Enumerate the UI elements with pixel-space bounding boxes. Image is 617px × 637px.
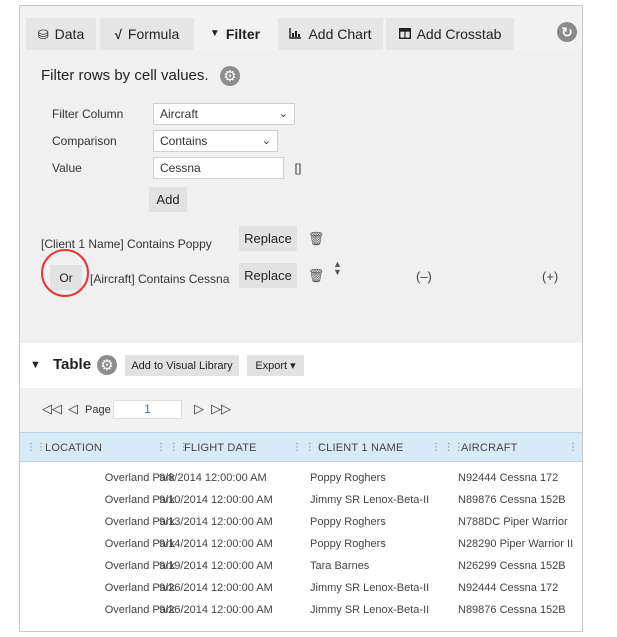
cell-flight-date: 9/13/2014 12:00:00 AM	[159, 516, 273, 528]
tab-label: Formula	[127, 26, 180, 42]
first-page-icon[interactable]: ◁◁	[42, 401, 62, 417]
open-paren-button[interactable]: (–)	[416, 269, 432, 284]
tab-bar: ⛁ Data √ Formula ▼ Filter Add Chart Add …	[20, 6, 582, 50]
value-text: Cessna	[160, 161, 201, 175]
value-label: Value	[52, 161, 82, 175]
app-frame: ⛁ Data √ Formula ▼ Filter Add Chart Add …	[19, 5, 583, 632]
drag-handle-icon[interactable]: ⋮	[568, 442, 578, 453]
cell-client-name: Tara Barnes	[310, 560, 370, 572]
cell-client-name: Jimmy SR Lenox-Beta-II	[310, 582, 430, 594]
drag-handle-icon[interactable]: ⋮ ⋮⋮	[431, 442, 464, 453]
insert-brackets-button[interactable]: []	[286, 157, 310, 179]
cell-flight-date: 9/19/2014 12:00:00 AM	[159, 560, 273, 572]
comparison-select[interactable]: Contains ⌄	[153, 130, 278, 152]
add-button[interactable]: Add	[149, 187, 187, 212]
pager: ◁◁ ◁ Page 1 ▷ ▷▷	[20, 388, 582, 432]
tab-label: Filter	[225, 26, 261, 42]
page-label: Page	[85, 404, 111, 416]
chart-icon	[289, 27, 302, 41]
table-column-header: ⋮⋮ LOCATION ⋮ ⋮⋮ FLIGHT DATE ⋮ ⋮⋮ CLIENT…	[20, 432, 582, 462]
formula-icon: √	[114, 26, 122, 42]
cell-flight-date: 9/26/2014 12:00:00 AM	[159, 604, 273, 616]
prev-page-icon[interactable]: ◁	[68, 401, 78, 417]
table-row[interactable]: Overland Park 9/26/2014 12:00:00 AM Jimm…	[20, 600, 582, 622]
or-toggle-button[interactable]: Or	[50, 265, 82, 290]
filter-panel: Filter rows by cell values. ⚙ Filter Col…	[20, 50, 582, 343]
cell-aircraft: N92444 Cessna 172	[458, 472, 559, 484]
tab-data[interactable]: ⛁ Data	[26, 18, 96, 50]
column-header-aircraft[interactable]: AIRCRAFT	[461, 442, 518, 454]
table-row[interactable]: Overland Park 9/26/2014 12:00:00 AM Jimm…	[20, 578, 582, 600]
comparison-value: Contains	[160, 134, 208, 148]
cell-aircraft: N28290 Piper Warrior II	[458, 538, 574, 550]
gear-icon[interactable]: ⚙	[220, 66, 240, 86]
table-row[interactable]: Overland Park 9/19/2014 12:00:00 AM Tara…	[20, 556, 582, 578]
column-header-client-name[interactable]: CLIENT 1 NAME	[318, 442, 404, 454]
filter-column-label: Filter Column	[52, 107, 124, 121]
reset-icon[interactable]: ↻	[557, 22, 577, 42]
add-to-library-button[interactable]: Add to Visual Library	[125, 355, 239, 376]
trash-icon[interactable]: 🗑	[308, 268, 325, 283]
table-row[interactable]: Overland Park 9/14/2014 12:00:00 AM Popp…	[20, 534, 582, 556]
filter-rule-text: [Client 1 Name] Contains Poppy	[41, 237, 212, 251]
replace-button[interactable]: Replace	[239, 263, 297, 288]
close-paren-button[interactable]: (+)	[542, 269, 558, 284]
cell-aircraft: N89876 Cessna 152B	[458, 494, 566, 506]
cell-flight-date: 9/26/2014 12:00:00 AM	[159, 582, 273, 594]
filter-column-value: Aircraft	[160, 107, 199, 121]
comparison-label: Comparison	[52, 134, 117, 148]
tab-label: Add Chart	[308, 26, 372, 42]
filter-column-select[interactable]: Aircraft ⌄	[153, 103, 295, 125]
cell-flight-date: 9/8/2014 12:00:00 AM	[159, 472, 267, 484]
database-icon: ⛁	[37, 26, 49, 42]
cell-aircraft: N89876 Cessna 152B	[458, 604, 566, 616]
cell-client-name: Poppy Roghers	[310, 538, 386, 550]
next-page-icon[interactable]: ▷	[194, 401, 204, 417]
cell-aircraft: N92444 Cessna 172	[458, 582, 559, 594]
drag-handle-icon[interactable]: ⋮⋮	[26, 442, 46, 453]
tab-add-chart[interactable]: Add Chart	[278, 18, 383, 50]
tab-label: Add Crosstab	[416, 26, 502, 42]
collapse-triangle-icon[interactable]: ▼	[30, 359, 41, 371]
cell-flight-date: 9/14/2014 12:00:00 AM	[159, 538, 273, 550]
column-header-location[interactable]: LOCATION	[45, 442, 102, 454]
gear-icon[interactable]: ⚙	[97, 355, 117, 375]
tab-formula[interactable]: √ Formula	[100, 18, 194, 50]
value-input[interactable]: Cessna	[153, 157, 284, 179]
table-row[interactable]: Overland Park 9/13/2014 12:00:00 AM Popp…	[20, 512, 582, 534]
cell-client-name: Poppy Roghers	[310, 516, 386, 528]
cell-aircraft: N788DC Piper Warrior	[458, 516, 568, 528]
cell-client-name: Poppy Roghers	[310, 472, 386, 484]
replace-button[interactable]: Replace	[239, 226, 297, 251]
chevron-down-icon: ⌄	[278, 108, 288, 120]
last-page-icon[interactable]: ▷▷	[211, 401, 231, 417]
table-row[interactable]: Overland Park 9/10/2014 12:00:00 AM Jimm…	[20, 490, 582, 512]
filter-rule-text: [Aircraft] Contains Cessna	[90, 272, 230, 286]
cell-client-name: Jimmy SR Lenox-Beta-II	[310, 494, 430, 506]
filter-icon: ▼	[209, 28, 220, 39]
trash-icon[interactable]: 🗑	[308, 231, 325, 246]
page-input[interactable]: 1	[113, 400, 182, 419]
table-row[interactable]: Overland Park 9/8/2014 12:00:00 AM Poppy…	[20, 468, 582, 490]
move-up-down-icon[interactable]: ▲ ▼	[333, 260, 342, 277]
tab-label: Data	[54, 26, 85, 42]
tab-filter[interactable]: ▼ Filter	[198, 18, 272, 50]
chevron-down-icon: ⌄	[261, 135, 271, 147]
cell-flight-date: 9/10/2014 12:00:00 AM	[159, 494, 273, 506]
table-header: ▼ Table ⚙ Add to Visual Library Export ▾	[20, 351, 582, 379]
table-title: Table	[53, 356, 92, 373]
export-button[interactable]: Export ▾	[247, 355, 304, 376]
cell-aircraft: N26299 Cessna 152B	[458, 560, 566, 572]
cell-client-name: Jimmy SR Lenox-Beta-II	[310, 604, 430, 616]
crosstab-icon	[398, 27, 411, 41]
filter-title: Filter rows by cell values.	[41, 67, 209, 84]
column-header-flight-date[interactable]: FLIGHT DATE	[184, 442, 257, 454]
tab-add-crosstab[interactable]: Add Crosstab	[386, 18, 514, 50]
